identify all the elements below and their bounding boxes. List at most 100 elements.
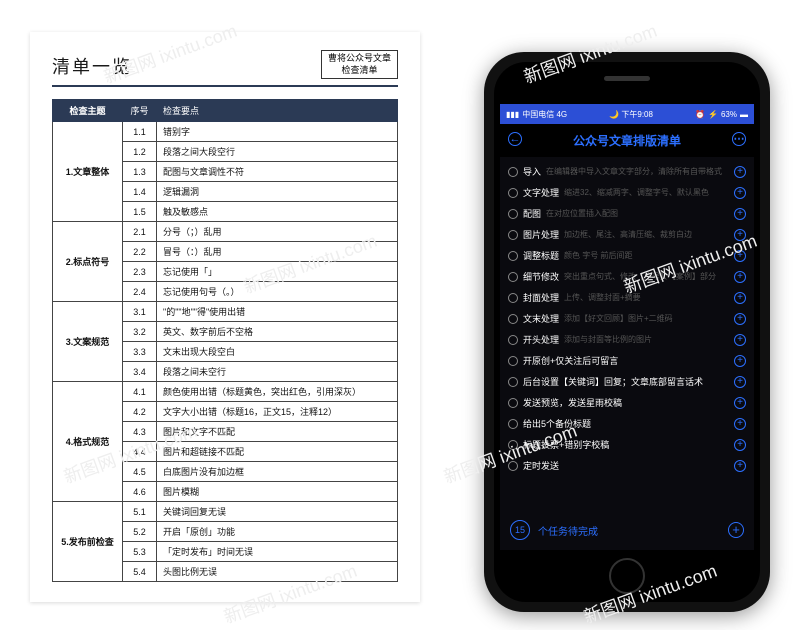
point-cell: 颜色使用出错（标题黄色，突出红色，引用深灰） xyxy=(157,382,398,402)
point-cell: 逻辑漏洞 xyxy=(157,182,398,202)
num-cell: 2.1 xyxy=(123,222,157,242)
task-desc: 缩进32、缩减两字、调整字号、默认黑色 xyxy=(564,187,729,198)
task-row[interactable]: 配图在对应位置插入配图+ xyxy=(508,203,746,224)
expand-button[interactable]: + xyxy=(734,376,746,388)
expand-button[interactable]: + xyxy=(734,250,746,262)
expand-button[interactable]: + xyxy=(734,334,746,346)
num-cell: 5.1 xyxy=(123,502,157,522)
task-desc: 在编辑器中导入文章文字部分，清除所有自带格式 xyxy=(546,166,729,177)
task-row[interactable]: 细节修改突出重点句式、修改【序号】、【案例】部分+ xyxy=(508,266,746,287)
col-point: 检查要点 xyxy=(157,100,398,122)
task-label: 图片处理 xyxy=(523,228,559,241)
expand-button[interactable]: + xyxy=(734,229,746,241)
checkbox-icon[interactable] xyxy=(508,398,518,408)
checkbox-icon[interactable] xyxy=(508,419,518,429)
task-desc: 上传、调整封面+摘要 xyxy=(564,292,729,303)
checkbox-icon[interactable] xyxy=(508,461,518,471)
task-label: 定时发送 xyxy=(523,459,559,472)
status-bar: ▮▮▮ 中国电信 4G 🌙 下午9:08 ⏰ ⚡ 63% ▬ xyxy=(500,104,754,124)
checkbox-icon[interactable] xyxy=(508,209,518,219)
status-time: 🌙 下午9:08 xyxy=(609,109,653,120)
expand-button[interactable]: + xyxy=(734,355,746,367)
task-row[interactable]: 标题投票+错别字校稿+ xyxy=(508,434,746,455)
task-label: 调整标题 xyxy=(523,249,559,262)
battery-bar-icon: ▬ xyxy=(740,110,748,119)
point-cell: 关键词回复无误 xyxy=(157,502,398,522)
menu-button[interactable]: ⋯ xyxy=(732,132,746,146)
task-desc: 添加与封面等比例的图片 xyxy=(564,334,729,345)
checkbox-icon[interactable] xyxy=(508,314,518,324)
expand-button[interactable]: + xyxy=(734,166,746,178)
point-cell: 图片模糊 xyxy=(157,482,398,502)
num-cell: 3.1 xyxy=(123,302,157,322)
task-row[interactable]: 定时发送 + xyxy=(508,455,746,476)
point-cell: 分号（；）乱用 xyxy=(157,222,398,242)
expand-button[interactable]: + xyxy=(734,439,746,451)
home-button[interactable] xyxy=(609,558,645,594)
table-row: 2.标点符号2.1分号（；）乱用 xyxy=(53,222,398,242)
task-row[interactable]: 开原创+仅关注后可留言+ xyxy=(508,350,746,371)
task-label: 封面处理 xyxy=(523,291,559,304)
task-row[interactable]: 图片处理加边框、尾注、高清压缩、裁剪白边+ xyxy=(508,224,746,245)
expand-button[interactable]: + xyxy=(734,271,746,283)
task-row[interactable]: 后台设置【关键词】回复；文章底部留言话术 + xyxy=(508,371,746,392)
task-count-badge: 15 xyxy=(510,520,530,540)
point-cell: 冒号（：）乱用 xyxy=(157,242,398,262)
point-cell: 开启「原创」功能 xyxy=(157,522,398,542)
num-cell: 1.2 xyxy=(123,142,157,162)
checkbox-icon[interactable] xyxy=(508,293,518,303)
expand-button[interactable]: + xyxy=(734,208,746,220)
num-cell: 4.1 xyxy=(123,382,157,402)
point-cell: 文末出现大段空白 xyxy=(157,342,398,362)
task-row[interactable]: 给出5个备份标题+ xyxy=(508,413,746,434)
phone-speaker xyxy=(604,76,650,81)
point-cell: 「定时发布」时间无误 xyxy=(157,542,398,562)
checkbox-icon[interactable] xyxy=(508,230,518,240)
table-row: 4.格式规范4.1颜色使用出错（标题黄色，突出红色，引用深灰） xyxy=(53,382,398,402)
task-row[interactable]: 文字处理缩进32、缩减两字、调整字号、默认黑色+ xyxy=(508,182,746,203)
expand-button[interactable]: + xyxy=(734,313,746,325)
checkbox-icon[interactable] xyxy=(508,440,518,450)
num-cell: 2.3 xyxy=(123,262,157,282)
checkbox-icon[interactable] xyxy=(508,188,518,198)
task-row[interactable]: 封面处理上传、调整封面+摘要 + xyxy=(508,287,746,308)
checkbox-icon[interactable] xyxy=(508,335,518,345)
num-cell: 5.4 xyxy=(123,562,157,582)
expand-button[interactable]: + xyxy=(734,397,746,409)
task-row[interactable]: 导入在编辑器中导入文章文字部分，清除所有自带格式 + xyxy=(508,161,746,182)
checkbox-icon[interactable] xyxy=(508,377,518,387)
task-label: 后台设置【关键词】回复；文章底部留言话术 xyxy=(523,375,703,388)
table-row: 5.发布前检查5.1关键词回复无误 xyxy=(53,502,398,522)
num-cell: 1.5 xyxy=(123,202,157,222)
task-label: 配图 xyxy=(523,207,541,220)
num-cell: 1.1 xyxy=(123,122,157,142)
task-label: 细节修改 xyxy=(523,270,559,283)
checkbox-icon[interactable] xyxy=(508,251,518,261)
expand-button[interactable]: + xyxy=(734,418,746,430)
task-row[interactable]: 调整标题颜色 字号 前后间距 + xyxy=(508,245,746,266)
checkbox-icon[interactable] xyxy=(508,272,518,282)
task-label: 导入 xyxy=(523,165,541,178)
task-row[interactable]: 发送预览，发送星雨校稿+ xyxy=(508,392,746,413)
expand-button[interactable]: + xyxy=(734,292,746,304)
checkbox-icon[interactable] xyxy=(508,167,518,177)
point-cell: 配图与文章调性不符 xyxy=(157,162,398,182)
expand-button[interactable]: + xyxy=(734,460,746,472)
add-task-button[interactable]: + xyxy=(728,522,744,538)
task-row[interactable]: 文末处理添加【好文回顾】图片+二维码+ xyxy=(508,308,746,329)
badge-line2: 检查清单 xyxy=(328,65,391,77)
back-button[interactable]: ← xyxy=(508,132,522,146)
point-cell: 错别字 xyxy=(157,122,398,142)
task-row[interactable]: 开头处理添加与封面等比例的图片+ xyxy=(508,329,746,350)
point-cell: 图片和文字不匹配 xyxy=(157,422,398,442)
point-cell: 忘记使用句号（。） xyxy=(157,282,398,302)
task-desc: 颜色 字号 前后间距 xyxy=(564,250,729,261)
task-footer: 15 个任务待完成 + xyxy=(500,510,754,550)
checkbox-icon[interactable] xyxy=(508,356,518,366)
num-cell: 1.3 xyxy=(123,162,157,182)
point-cell: 段落之间未空行 xyxy=(157,362,398,382)
point-cell: 头图比例无误 xyxy=(157,562,398,582)
expand-button[interactable]: + xyxy=(734,187,746,199)
num-cell: 4.5 xyxy=(123,462,157,482)
num-cell: 4.3 xyxy=(123,422,157,442)
